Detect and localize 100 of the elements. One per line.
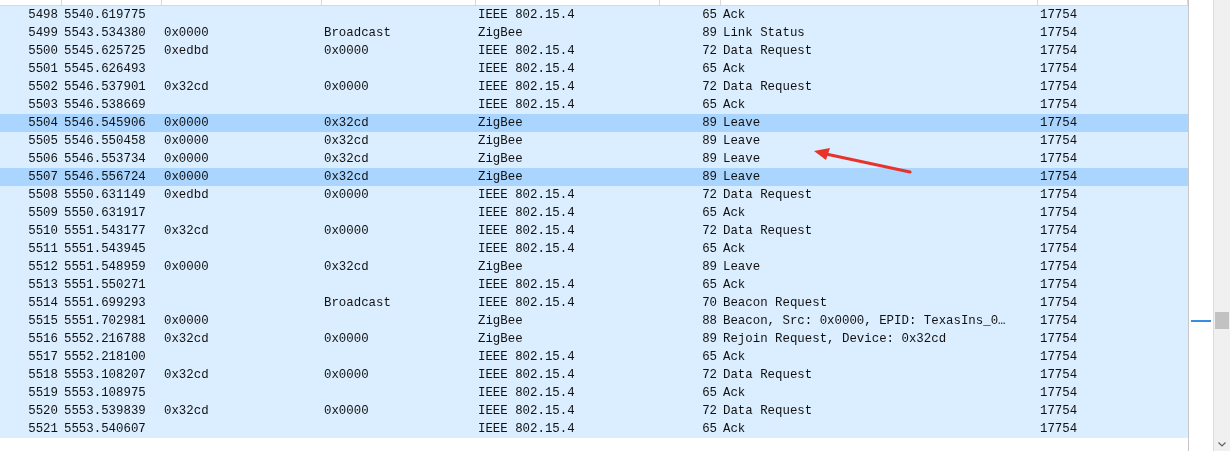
table-cell: 5551.543177 [64,223,146,238]
packet-row[interactable]: 5504 5546.545906 0x0000 0x32cd ZigBee 89 Leave 17754 [0,114,1188,132]
table-cell: Leave [723,169,761,184]
packet-row[interactable]: 5512 5551.548959 0x0000 0x32cd ZigBee 89 Leave 17754 [0,258,1188,276]
table-cell: 17754 [1040,241,1078,256]
table-cell: 0x0000 [164,169,209,184]
table-cell: IEEE 802.15.4 [478,187,575,202]
table-cell: Link Status [723,25,805,40]
table-cell: 17754 [1040,151,1078,166]
table-cell: 5513 [28,277,58,292]
table-cell: 0x32cd [164,331,209,346]
packet-row[interactable]: 5506 5546.553734 0x0000 0x32cd ZigBee 89 Leave 17754 [0,150,1188,168]
table-cell: 5507 [28,169,58,184]
table-cell: 0x32cd [324,115,369,130]
table-cell: 0x32cd [324,151,369,166]
table-cell: 0x0000 [324,187,369,202]
table-cell: Ack [723,97,746,112]
packet-row[interactable]: 5502 5546.537901 0x32cd 0x0000 IEEE 802.15.4 72 Data Request 17754 [0,78,1188,96]
packet-row[interactable]: 5498 5540.619775 IEEE 802.15.4 65 Ack 17754 [0,6,1188,24]
table-cell: IEEE 802.15.4 [478,403,575,418]
table-cell: 17754 [1040,277,1078,292]
packet-row[interactable]: 5513 5551.550271 IEEE 802.15.4 65 Ack 17754 [0,276,1188,294]
table-cell: 5499 [28,25,58,40]
scroll-thumb[interactable] [1215,312,1229,329]
packet-row[interactable]: 5509 5550.631917 IEEE 802.15.4 65 Ack 17754 [0,204,1188,222]
table-cell: 5553.539839 [64,403,146,418]
table-cell: Ack [723,385,746,400]
table-cell: 17754 [1040,61,1078,76]
table-cell: IEEE 802.15.4 [478,7,575,22]
table-cell: 0x0000 [164,115,209,130]
table-cell: 0x32cd [164,223,209,238]
packet-row[interactable]: 5519 5553.108975 IEEE 802.15.4 65 Ack 17754 [0,384,1188,402]
table-cell: 5550.631149 [64,187,146,202]
table-cell: 70 [702,295,717,310]
table-cell: 17754 [1040,313,1078,328]
packet-row[interactable]: 5508 5550.631149 0xedbd 0x0000 IEEE 802.15.4 72 Data Request 17754 [0,186,1188,204]
table-cell: Data Request [723,367,813,382]
table-cell: 5511 [28,241,58,256]
packet-row[interactable]: 5499 5543.534380 0x0000 Broadcast ZigBee 89 Link Status 17754 [0,24,1188,42]
table-cell: IEEE 802.15.4 [478,295,575,310]
table-cell: 5501 [28,61,58,76]
packet-row[interactable]: 5521 5553.540607 IEEE 802.15.4 65 Ack 17754 [0,420,1188,438]
table-cell: 17754 [1040,169,1078,184]
position-marker [1191,320,1211,322]
table-cell: 5508 [28,187,58,202]
packet-row[interactable]: 5500 5545.625725 0xedbd 0x0000 IEEE 802.15.4 72 Data Request 17754 [0,42,1188,60]
table-cell: 0x0000 [324,79,369,94]
table-cell: 5500 [28,43,58,58]
table-cell: Beacon, Src: 0x0000, EPID: TexasIns_0… [723,313,1006,328]
packet-row[interactable]: 5510 5551.543177 0x32cd 0x0000 IEEE 802.15.4 72 Data Request 17754 [0,222,1188,240]
table-cell: 0x32cd [324,259,369,274]
packet-row[interactable]: 5518 5553.108207 0x32cd 0x0000 IEEE 802.15.4 72 Data Request 17754 [0,366,1188,384]
table-cell: 5551.702981 [64,313,146,328]
scrollbar[interactable] [1213,0,1230,451]
table-cell: 5551.543945 [64,241,146,256]
packet-row[interactable]: 5507 5546.556724 0x0000 0x32cd ZigBee 89 Leave 17754 [0,168,1188,186]
packet-row[interactable]: 5515 5551.702981 0x0000 ZigBee 88 Beacon, Src: 0x0000, EPID: TexasIns_0… 17754 [0,312,1188,330]
table-cell: 89 [702,25,717,40]
table-cell: Data Request [723,223,813,238]
table-cell: 0x0000 [324,403,369,418]
packet-row[interactable]: 5517 5552.218100 IEEE 802.15.4 65 Ack 17754 [0,348,1188,366]
table-cell: 17754 [1040,385,1078,400]
table-cell: 5517 [28,349,58,364]
table-cell: 17754 [1040,133,1078,148]
packet-row[interactable]: 5520 5553.539839 0x32cd 0x0000 IEEE 802.15.4 72 Data Request 17754 [0,402,1188,420]
packet-row[interactable]: 5503 5546.538669 IEEE 802.15.4 65 Ack 17754 [0,96,1188,114]
table-cell: 0x0000 [324,331,369,346]
packet-row[interactable]: 5516 5552.216788 0x32cd 0x0000 ZigBee 89 Rejoin Request, Device: 0x32cd 17754 [0,330,1188,348]
table-cell: 17754 [1040,7,1078,22]
packet-row[interactable]: 5505 5546.550458 0x0000 0x32cd ZigBee 89 Leave 17754 [0,132,1188,150]
table-cell: 0xedbd [164,187,209,202]
table-cell: 5551.699293 [64,295,146,310]
table-cell: Data Request [723,403,813,418]
table-cell: 5550.631917 [64,205,146,220]
table-cell: 5516 [28,331,58,346]
table-cell: ZigBee [478,259,523,274]
table-cell: ZigBee [478,133,523,148]
table-cell: 88 [702,313,717,328]
table-cell: Ack [723,421,746,436]
table-cell: Data Request [723,43,813,58]
table-cell: 5503 [28,97,58,112]
scroll-down-icon[interactable] [1218,442,1226,447]
table-cell: 5498 [28,7,58,22]
table-cell: 0x0000 [164,133,209,148]
table-cell: 5504 [28,115,58,130]
table-cell: Ack [723,241,746,256]
table-cell: 5553.540607 [64,421,146,436]
table-cell: Beacon Request [723,295,828,310]
table-cell: 17754 [1040,421,1078,436]
table-cell: 17754 [1040,295,1078,310]
table-cell: 0xedbd [164,43,209,58]
table-cell: 0x32cd [324,133,369,148]
table-cell: ZigBee [478,331,523,346]
packet-row[interactable]: 5514 5551.699293 Broadcast IEEE 802.15.4 70 Beacon Request 17754 [0,294,1188,312]
table-cell: Rejoin Request, Device: 0x32cd [723,331,947,346]
packet-row[interactable]: 5501 5545.626493 IEEE 802.15.4 65 Ack 17754 [0,60,1188,78]
table-cell: 65 [702,241,717,256]
packet-row[interactable]: 5511 5551.543945 IEEE 802.15.4 65 Ack 17754 [0,240,1188,258]
table-cell: Ack [723,205,746,220]
table-cell: 5509 [28,205,58,220]
